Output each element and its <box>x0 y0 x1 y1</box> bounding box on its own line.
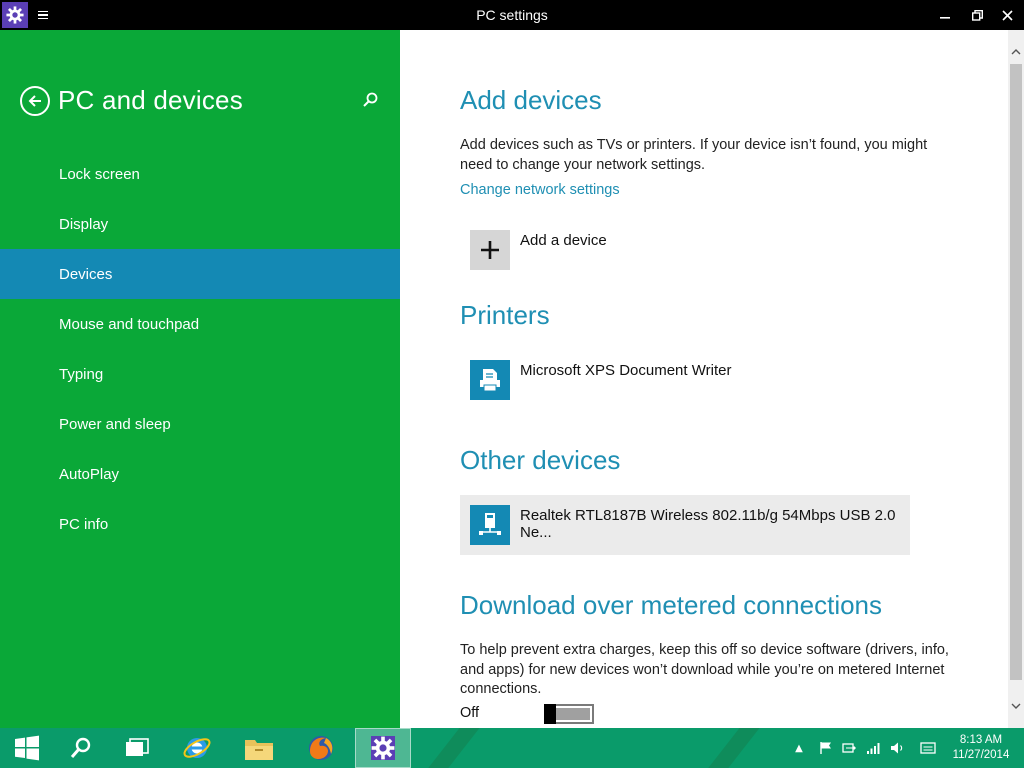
window-title: PC settings <box>476 7 548 23</box>
nav-item-lock-screen[interactable]: Lock screen <box>0 149 400 199</box>
task-view-icon <box>126 738 149 756</box>
other-devices-heading: Other devices <box>460 445 621 475</box>
internet-explorer-icon <box>183 738 211 758</box>
page-title: PC and devices <box>58 85 243 115</box>
windows-logo-icon <box>15 735 39 761</box>
add-devices-heading: Add devices <box>460 85 602 115</box>
nav-item-typing[interactable]: Typing <box>0 349 400 399</box>
change-network-settings-link[interactable]: Change network settings <box>460 182 620 198</box>
printers-heading: Printers <box>460 300 550 330</box>
printer-label[interactable]: Microsoft XPS Document Writer <box>520 362 731 379</box>
taskbar-search-button[interactable] <box>54 728 108 768</box>
system-clock[interactable]: 8:13 AM 11/27/2014 <box>944 733 1018 763</box>
back-arrow-icon[interactable] <box>20 86 50 116</box>
internet-explorer-button[interactable] <box>170 728 224 768</box>
metered-heading: Download over metered connections <box>460 590 883 620</box>
start-button[interactable] <box>0 728 54 768</box>
nav-item-power-and-sleep[interactable]: Power and sleep <box>0 399 400 449</box>
nav-item-mouse-and-touchpad[interactable]: Mouse and touchpad <box>0 299 400 349</box>
title-bar: PC settings <box>0 0 1024 30</box>
network-signal-icon[interactable] <box>866 740 882 756</box>
network-adapter-tile <box>470 505 510 545</box>
clock-time: 8:13 AM <box>959 734 1003 746</box>
device-label: Realtek RTL8187B Wireless 802.11b/g 54Mb… <box>520 507 896 541</box>
pc-settings-taskbar-button[interactable] <box>355 728 411 768</box>
plus-icon <box>481 241 499 259</box>
minimize-button[interactable] <box>928 0 962 30</box>
toggle-state-label: Off <box>460 705 480 721</box>
file-explorer-button[interactable] <box>232 728 286 768</box>
add-devices-description: Add devices such as TVs or printers. If … <box>460 137 928 173</box>
network-adapter-icon <box>479 513 501 535</box>
metered-description: To help prevent extra charges, keep this… <box>460 642 949 697</box>
printer-tile[interactable] <box>470 360 510 400</box>
settings-gear-icon <box>371 736 395 760</box>
device-row-realtek[interactable]: Realtek RTL8187B Wireless 802.11b/g 54Mb… <box>460 495 910 555</box>
printer-icon <box>480 369 500 392</box>
search-icon[interactable] <box>362 92 380 110</box>
add-device-label[interactable]: Add a device <box>520 232 607 249</box>
scroll-thumb[interactable] <box>1010 64 1022 680</box>
volume-icon[interactable] <box>890 740 906 756</box>
folder-icon <box>245 740 273 760</box>
power-battery-icon[interactable] <box>842 740 858 756</box>
taskbar: ▲ 8:13 AM 11/27/2014 <box>0 728 1024 768</box>
metered-toggle[interactable] <box>544 704 594 724</box>
nav-item-display[interactable]: Display <box>0 199 400 249</box>
vertical-scrollbar[interactable] <box>1008 30 1024 728</box>
nav-item-pc-info[interactable]: PC info <box>0 499 400 549</box>
scroll-up-icon[interactable] <box>1008 44 1024 60</box>
keyboard-input-icon[interactable] <box>920 740 936 756</box>
task-view-button[interactable] <box>110 728 164 768</box>
add-device-tile[interactable] <box>470 230 510 270</box>
magnifier-icon <box>70 737 91 758</box>
firefox-button[interactable] <box>294 728 348 768</box>
tray-overflow-icon[interactable]: ▲ <box>791 740 807 756</box>
firefox-icon <box>309 736 333 760</box>
scroll-down-icon[interactable] <box>1008 698 1024 714</box>
content-pane: Add devices Add devices such as TVs or p… <box>400 30 1008 728</box>
nav-panel: PC and devices Lock screen Display Devic… <box>0 30 400 728</box>
nav-item-devices[interactable]: Devices <box>0 249 400 299</box>
restore-button[interactable] <box>960 0 994 30</box>
nav-item-autoplay[interactable]: AutoPlay <box>0 449 400 499</box>
close-button[interactable] <box>990 0 1024 30</box>
action-center-flag-icon[interactable] <box>818 740 834 756</box>
clock-date: 11/27/2014 <box>952 749 1010 761</box>
